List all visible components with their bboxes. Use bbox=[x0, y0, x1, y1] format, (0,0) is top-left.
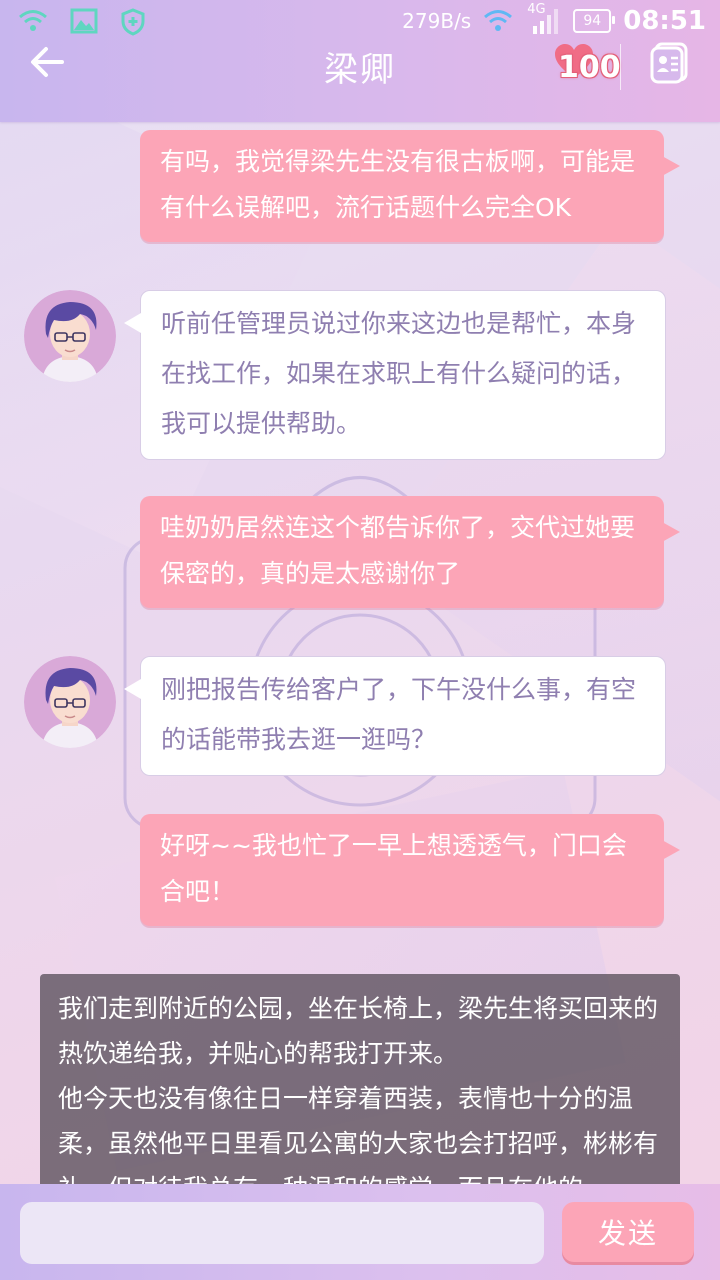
image-icon bbox=[70, 8, 98, 34]
battery-level: 94 bbox=[583, 13, 602, 29]
message-bubble-me[interactable]: 哇奶奶居然连这个都告诉你了，交代过她要保密的，真的是太感谢你了 bbox=[140, 496, 680, 608]
avatar[interactable] bbox=[24, 290, 116, 382]
narration-paragraph: 他今天也没有像往日一样穿着西装，表情也十分的温柔，虽然他平日里看见公寓的大家也会… bbox=[58, 1084, 659, 1184]
wifi-icon bbox=[484, 10, 513, 31]
favorability-count: 100 bbox=[558, 50, 621, 85]
narration-paragraph: 我们走到附近的公园，坐在长椅上，梁先生将买回来的热饮递给我，并贴心的帮我打开来。 bbox=[58, 994, 659, 1068]
message-bubble-other[interactable]: 刚把报告传给客户了，下午没什么事，有空的话能带我去逛一逛吗？ bbox=[124, 656, 666, 776]
profile-button[interactable] bbox=[648, 40, 692, 84]
avatar[interactable] bbox=[24, 656, 116, 748]
message-bubble-other[interactable]: 听前任管理员说过你来这边也是帮忙，本身在找工作，如果在求职上有什么疑问的话，我可… bbox=[124, 290, 666, 460]
message-input[interactable] bbox=[20, 1202, 544, 1264]
network-speed: 279B/s bbox=[402, 9, 472, 33]
cellular-signal-icon: 4G bbox=[527, 2, 561, 36]
message-bubble-me[interactable]: 好呀~~我也忙了一早上想透透气，门口会合吧！ bbox=[140, 814, 680, 926]
shield-icon bbox=[121, 8, 145, 36]
battery-icon: 94 bbox=[573, 9, 616, 33]
input-bar: 发送 bbox=[0, 1184, 720, 1280]
chat-list[interactable]: 有吗，我觉得梁先生没有很古板啊，可能是有什么误解吧，流行话题什么完全OK 听前任… bbox=[0, 122, 720, 1184]
message-bubble-me[interactable]: 有吗，我觉得梁先生没有很古板啊，可能是有什么误解吧，流行话题什么完全OK bbox=[140, 130, 680, 242]
favorability-badge[interactable]: 100 bbox=[548, 42, 621, 90]
wifi-icon bbox=[19, 10, 47, 31]
status-time: 08:51 bbox=[623, 6, 706, 36]
contact-card-icon bbox=[650, 42, 688, 84]
header-divider bbox=[620, 44, 621, 90]
narration-box[interactable]: 我们走到附近的公园，坐在长椅上，梁先生将买回来的热饮递给我，并贴心的帮我打开来。… bbox=[40, 974, 680, 1184]
send-button[interactable]: 发送 bbox=[562, 1202, 694, 1262]
status-bar: 279B/s 4G 94 08:51 bbox=[0, 0, 720, 44]
